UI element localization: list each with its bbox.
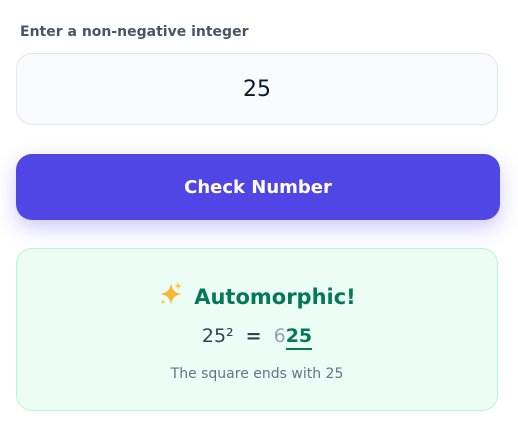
square-matching-suffix: 25 [285, 325, 313, 350]
input-number: 25 [201, 325, 227, 347]
check-number-button[interactable]: Check Number [16, 154, 500, 220]
square-equation: 25² = 625 [17, 325, 497, 350]
sparkles-icon [158, 281, 184, 312]
result-title-row: Automorphic! [17, 281, 497, 312]
result-card: Automorphic! 25² = 625 The square ends wit… [16, 248, 498, 411]
number-input[interactable] [16, 53, 498, 125]
square-prefix-digits: 6 [273, 325, 286, 347]
equals-sign: = [245, 325, 262, 347]
input-label: Enter a non-negative integer [20, 24, 249, 40]
result-title: Automorphic! [194, 285, 356, 309]
square-exponent: ² [226, 325, 234, 347]
result-explanation: The square ends with 25 [170, 366, 344, 382]
automorphic-checker: Enter a non-negative integer Check Numbe… [0, 0, 518, 432]
